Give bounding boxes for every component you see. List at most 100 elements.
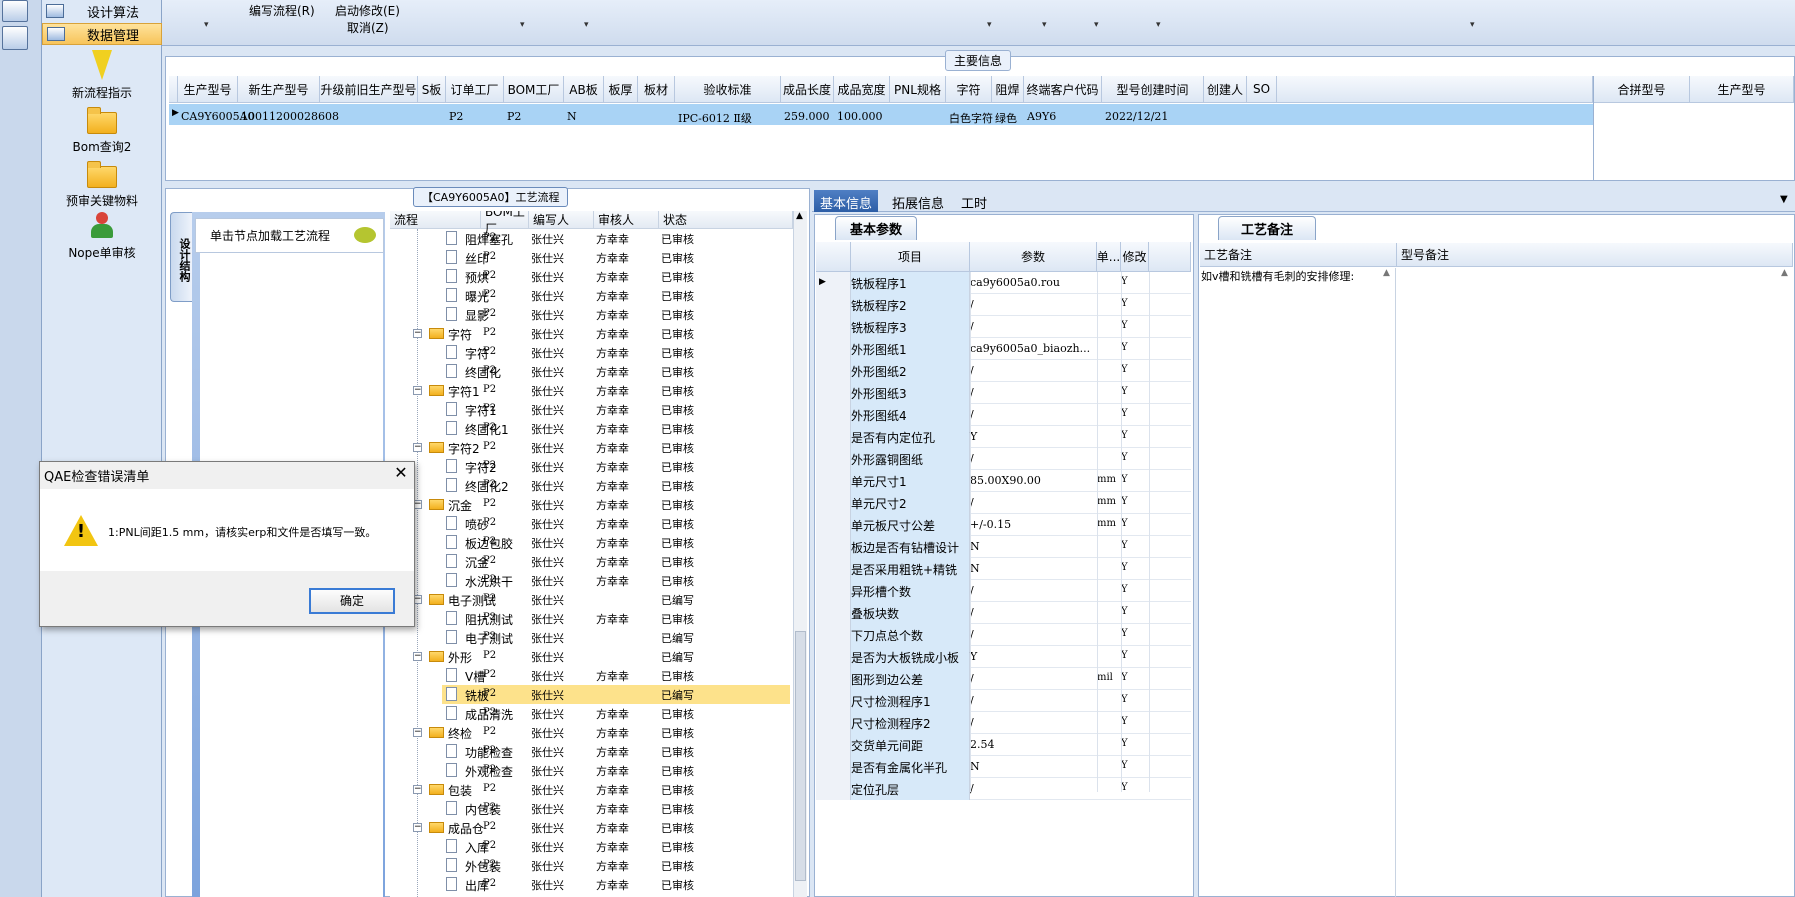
design-structure-tab[interactable]: 设计结构: [170, 212, 192, 302]
main-col-header[interactable]: 阻焊: [992, 76, 1024, 103]
main-col-header[interactable]: PNL规格: [890, 76, 946, 103]
param-value[interactable]: Y: [970, 650, 977, 663]
param-row[interactable]: 单元尺寸2/mm Y: [816, 492, 1191, 514]
tree-row[interactable]: − 外形 P2 张仕兴 已编写: [390, 647, 790, 666]
param-row[interactable]: 铣板程序2/Y: [816, 294, 1191, 316]
merge-col-header[interactable]: 生产型号: [1690, 76, 1794, 103]
tree-row[interactable]: 曝光 P2 张仕兴 方幸幸 已审核: [390, 286, 790, 305]
param-value[interactable]: N: [970, 562, 980, 575]
cancel-button[interactable]: 取消(Z): [347, 19, 389, 36]
scroll-up-icon[interactable]: ▲: [796, 211, 803, 221]
main-col-header[interactable]: 板厚: [604, 76, 638, 103]
main-col-header[interactable]: AB板: [564, 76, 604, 103]
tree-row[interactable]: 字符2 P2 张仕兴 方幸幸 已审核: [390, 457, 790, 476]
main-col-header[interactable]: 终端客户代码: [1024, 76, 1102, 103]
dropdown-arrow-icon[interactable]: ▾: [584, 20, 589, 30]
tree-row[interactable]: 终固化1 P2 张仕兴 方幸幸 已审核: [390, 419, 790, 438]
param-value[interactable]: +/-0.15: [970, 518, 1011, 531]
collapse-icon[interactable]: −: [413, 823, 422, 832]
tree-row[interactable]: 电子测试 P2 张仕兴 已编写: [390, 628, 790, 647]
param-row[interactable]: 是否有金属化半孔 N Y: [816, 756, 1191, 778]
dropdown-arrow-icon[interactable]: ▾: [1094, 20, 1099, 30]
main-col-header[interactable]: 板材: [638, 76, 675, 103]
main-col-header[interactable]: 型号创建时间: [1102, 76, 1204, 103]
param-row[interactable]: 是否采用粗铣+精铣 N Y: [816, 558, 1191, 580]
main-col-header[interactable]: 升级前旧生产型号: [320, 76, 418, 103]
param-row[interactable]: 单元板尺寸公差 +/-0.15 mm Y: [816, 514, 1191, 536]
process-remark-text[interactable]: 如v槽和铣槽有毛刺的安排修理:: [1201, 268, 1381, 284]
close-icon[interactable]: ✕: [390, 462, 412, 484]
tree-row[interactable]: − 字符1 P2 张仕兴 方幸幸 已审核: [390, 381, 790, 400]
main-col-header[interactable]: 创建人: [1204, 76, 1247, 103]
param-row[interactable]: 定位孔层 / Y: [816, 778, 1191, 800]
nav-data-management[interactable]: 数据管理: [42, 23, 162, 45]
flow-col-writer[interactable]: 编写人: [529, 211, 594, 229]
tree-row[interactable]: 显影 P2 张仕兴 方幸幸 已审核: [390, 305, 790, 324]
tree-row[interactable]: − 沉金 P2 张仕兴 方幸幸 已审核: [390, 495, 790, 514]
tree-row[interactable]: − 终检 P2 张仕兴 方幸幸 已审核: [390, 723, 790, 742]
tree-row[interactable]: 沉金 P2 张仕兴 方幸幸 已审核: [390, 552, 790, 571]
param-row[interactable]: 叠板块数 / Y: [816, 602, 1191, 624]
param-row[interactable]: 是否有内定位孔 Y Y: [816, 426, 1191, 448]
tab-process-remarks[interactable]: 工艺备注: [1218, 216, 1317, 240]
tree-row[interactable]: − 成品仓 P2 张仕兴 方幸幸 已审核: [390, 818, 790, 837]
tree-row[interactable]: 外观检查 P2 张仕兴 方幸幸 已审核: [390, 761, 790, 780]
param-row[interactable]: 板边是否有钻槽设计 N Y: [816, 536, 1191, 558]
main-col-header[interactable]: 验收标准: [675, 76, 781, 103]
tab-work-hours[interactable]: 工时: [955, 190, 993, 212]
merge-col-header[interactable]: 合拼型号: [1594, 76, 1690, 103]
tree-row[interactable]: 终固化 P2 张仕兴 方幸幸 已审核: [390, 362, 790, 381]
param-row[interactable]: ▶ 铣板程序1 ca9y6005a0.rou Y: [816, 272, 1191, 294]
tree-row[interactable]: V槽 P2 张仕兴 方幸幸 已审核: [390, 666, 790, 685]
hint-box[interactable]: 单击节点加载工艺流程: [195, 218, 384, 253]
dropdown-arrow-icon[interactable]: ▾: [1156, 20, 1161, 30]
param-row[interactable]: 尺寸检测程序2/Y: [816, 712, 1191, 734]
calculator-icon[interactable]: [2, 0, 28, 22]
param-row[interactable]: 尺寸检测程序1/Y: [816, 690, 1191, 712]
main-col-header[interactable]: 成品长度: [781, 76, 834, 103]
collapse-icon[interactable]: −: [413, 443, 422, 452]
param-value[interactable]: 85.00X90.00: [970, 474, 1041, 487]
scroll-up-icon[interactable]: ▲: [1781, 268, 1788, 278]
param-row[interactable]: 交货单元间距 2.54 Y: [816, 734, 1191, 756]
tab-extended-info[interactable]: 拓展信息: [886, 190, 950, 212]
params-col-item[interactable]: 项目: [851, 242, 970, 272]
params-col-value[interactable]: 参数: [970, 242, 1097, 272]
tree-row[interactable]: − 电子测试 P2 张仕兴 已编写: [390, 590, 790, 609]
main-col-header[interactable]: 新生产型号: [238, 76, 320, 103]
param-value[interactable]: ca9y6005a0_biaozh...: [970, 342, 1090, 355]
tree-row[interactable]: 喷砂 P2 张仕兴 方幸幸 已审核: [390, 514, 790, 533]
tree-row[interactable]: 成品清洗 P2 张仕兴 方幸幸 已审核: [390, 704, 790, 723]
param-row[interactable]: 外形图纸1 ca9y6005a0_biaozh... Y: [816, 338, 1191, 360]
collapse-icon[interactable]: −: [413, 386, 422, 395]
params-col-modify[interactable]: 修改: [1121, 242, 1149, 272]
tree-scrollbar[interactable]: ▲: [793, 211, 807, 897]
main-col-header[interactable]: 订单工厂: [446, 76, 504, 103]
main-col-header[interactable]: SO: [1247, 76, 1277, 103]
remark-col-process[interactable]: 工艺备注: [1200, 243, 1397, 267]
flow-col-status[interactable]: 状态: [659, 211, 793, 229]
dropdown-arrow-icon[interactable]: ▾: [520, 20, 525, 30]
main-col-header[interactable]: 字符: [946, 76, 992, 103]
tree-row[interactable]: 出库 P2 张仕兴 方幸幸 已审核: [390, 875, 790, 894]
nav-new-flow[interactable]: 新流程指示: [42, 50, 162, 101]
param-row[interactable]: 下刀点总个数 / Y: [816, 624, 1191, 646]
nav-nope-review[interactable]: Nope单审核: [42, 212, 162, 261]
scroll-thumb[interactable]: [795, 631, 806, 881]
main-col-header[interactable]: 成品宽度: [834, 76, 890, 103]
tree-row[interactable]: − 字符 P2 张仕兴 方幸幸 已审核: [390, 324, 790, 343]
tree-row[interactable]: 板边包胶 P2 张仕兴 方幸幸 已审核: [390, 533, 790, 552]
nav-design-algorithm[interactable]: 设计算法: [42, 0, 162, 22]
tree-row[interactable]: 预烘 P2 张仕兴 方幸幸 已审核: [390, 267, 790, 286]
param-row[interactable]: 铣板程序3/Y: [816, 316, 1191, 338]
collapse-icon[interactable]: −: [413, 329, 422, 338]
tree-row[interactable]: − 包装 P2 张仕兴 方幸幸 已审核: [390, 780, 790, 799]
nav-bom-query[interactable]: Bom查询2: [42, 107, 162, 155]
tab-basic-params[interactable]: 基本参数: [835, 216, 918, 240]
collapse-icon[interactable]: −: [413, 728, 422, 737]
tree-row[interactable]: 功能检查 P2 张仕兴 方幸幸 已审核: [390, 742, 790, 761]
tree-row[interactable]: 字符 P2 张仕兴 方幸幸 已审核: [390, 343, 790, 362]
param-row[interactable]: 外形图纸4/Y: [816, 404, 1191, 426]
tree-row[interactable]: 入库 P2 张仕兴 方幸幸 已审核: [390, 837, 790, 856]
main-col-header[interactable]: S板: [418, 76, 446, 103]
